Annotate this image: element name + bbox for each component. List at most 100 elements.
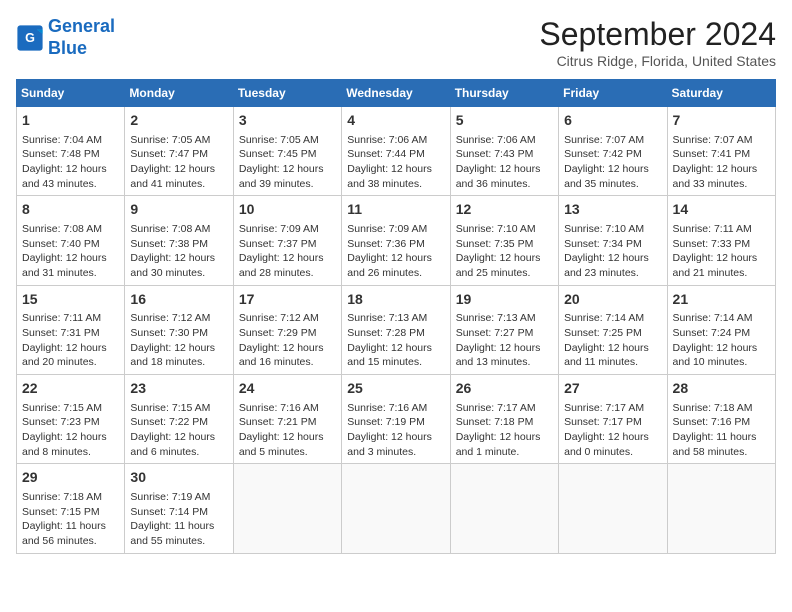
day-cell: 28Sunrise: 7:18 AM Sunset: 7:16 PM Dayli…: [667, 375, 775, 464]
day-cell: 17Sunrise: 7:12 AM Sunset: 7:29 PM Dayli…: [233, 285, 341, 374]
day-number: 19: [456, 290, 553, 310]
day-number: 18: [347, 290, 444, 310]
day-cell: 16Sunrise: 7:12 AM Sunset: 7:30 PM Dayli…: [125, 285, 233, 374]
day-number: 11: [347, 200, 444, 220]
day-info: Sunrise: 7:19 AM Sunset: 7:14 PM Dayligh…: [130, 490, 227, 549]
day-number: 4: [347, 111, 444, 131]
subtitle: Citrus Ridge, Florida, United States: [539, 53, 776, 69]
day-cell: 12Sunrise: 7:10 AM Sunset: 7:35 PM Dayli…: [450, 196, 558, 285]
day-info: Sunrise: 7:07 AM Sunset: 7:41 PM Dayligh…: [673, 133, 770, 192]
day-number: 23: [130, 379, 227, 399]
week-row-1: 8Sunrise: 7:08 AM Sunset: 7:40 PM Daylig…: [17, 196, 776, 285]
day-number: 14: [673, 200, 770, 220]
day-cell: 13Sunrise: 7:10 AM Sunset: 7:34 PM Dayli…: [559, 196, 667, 285]
day-cell: 20Sunrise: 7:14 AM Sunset: 7:25 PM Dayli…: [559, 285, 667, 374]
page-header: G General Blue September 2024 Citrus Rid…: [16, 16, 776, 69]
header-row: SundayMondayTuesdayWednesdayThursdayFrid…: [17, 80, 776, 107]
day-info: Sunrise: 7:11 AM Sunset: 7:31 PM Dayligh…: [22, 311, 119, 370]
day-cell: 29Sunrise: 7:18 AM Sunset: 7:15 PM Dayli…: [17, 464, 125, 553]
col-header-wednesday: Wednesday: [342, 80, 450, 107]
day-cell: 9Sunrise: 7:08 AM Sunset: 7:38 PM Daylig…: [125, 196, 233, 285]
day-cell: [233, 464, 341, 553]
day-info: Sunrise: 7:09 AM Sunset: 7:37 PM Dayligh…: [239, 222, 336, 281]
day-info: Sunrise: 7:11 AM Sunset: 7:33 PM Dayligh…: [673, 222, 770, 281]
day-cell: 27Sunrise: 7:17 AM Sunset: 7:17 PM Dayli…: [559, 375, 667, 464]
day-cell: [559, 464, 667, 553]
day-cell: 26Sunrise: 7:17 AM Sunset: 7:18 PM Dayli…: [450, 375, 558, 464]
day-number: 25: [347, 379, 444, 399]
day-number: 6: [564, 111, 661, 131]
col-header-sunday: Sunday: [17, 80, 125, 107]
title-block: September 2024 Citrus Ridge, Florida, Un…: [539, 16, 776, 69]
day-info: Sunrise: 7:04 AM Sunset: 7:48 PM Dayligh…: [22, 133, 119, 192]
day-info: Sunrise: 7:18 AM Sunset: 7:15 PM Dayligh…: [22, 490, 119, 549]
day-info: Sunrise: 7:06 AM Sunset: 7:44 PM Dayligh…: [347, 133, 444, 192]
day-info: Sunrise: 7:10 AM Sunset: 7:34 PM Dayligh…: [564, 222, 661, 281]
day-cell: 1Sunrise: 7:04 AM Sunset: 7:48 PM Daylig…: [17, 107, 125, 196]
day-number: 24: [239, 379, 336, 399]
day-cell: [667, 464, 775, 553]
week-row-0: 1Sunrise: 7:04 AM Sunset: 7:48 PM Daylig…: [17, 107, 776, 196]
day-number: 1: [22, 111, 119, 131]
day-info: Sunrise: 7:05 AM Sunset: 7:45 PM Dayligh…: [239, 133, 336, 192]
day-cell: 11Sunrise: 7:09 AM Sunset: 7:36 PM Dayli…: [342, 196, 450, 285]
day-number: 8: [22, 200, 119, 220]
day-info: Sunrise: 7:08 AM Sunset: 7:40 PM Dayligh…: [22, 222, 119, 281]
day-info: Sunrise: 7:15 AM Sunset: 7:22 PM Dayligh…: [130, 401, 227, 460]
day-info: Sunrise: 7:16 AM Sunset: 7:21 PM Dayligh…: [239, 401, 336, 460]
day-number: 27: [564, 379, 661, 399]
day-info: Sunrise: 7:12 AM Sunset: 7:29 PM Dayligh…: [239, 311, 336, 370]
col-header-tuesday: Tuesday: [233, 80, 341, 107]
day-info: Sunrise: 7:05 AM Sunset: 7:47 PM Dayligh…: [130, 133, 227, 192]
day-number: 9: [130, 200, 227, 220]
day-number: 21: [673, 290, 770, 310]
day-info: Sunrise: 7:17 AM Sunset: 7:17 PM Dayligh…: [564, 401, 661, 460]
day-cell: 8Sunrise: 7:08 AM Sunset: 7:40 PM Daylig…: [17, 196, 125, 285]
day-cell: 4Sunrise: 7:06 AM Sunset: 7:44 PM Daylig…: [342, 107, 450, 196]
svg-text:G: G: [25, 31, 35, 45]
day-cell: 18Sunrise: 7:13 AM Sunset: 7:28 PM Dayli…: [342, 285, 450, 374]
day-info: Sunrise: 7:15 AM Sunset: 7:23 PM Dayligh…: [22, 401, 119, 460]
week-row-3: 22Sunrise: 7:15 AM Sunset: 7:23 PM Dayli…: [17, 375, 776, 464]
day-number: 29: [22, 468, 119, 488]
day-number: 30: [130, 468, 227, 488]
month-title: September 2024: [539, 16, 776, 53]
day-info: Sunrise: 7:07 AM Sunset: 7:42 PM Dayligh…: [564, 133, 661, 192]
logo-icon: G: [16, 24, 44, 52]
day-cell: 15Sunrise: 7:11 AM Sunset: 7:31 PM Dayli…: [17, 285, 125, 374]
day-cell: [450, 464, 558, 553]
calendar-table: SundayMondayTuesdayWednesdayThursdayFrid…: [16, 79, 776, 554]
logo-text-line2: Blue: [48, 38, 115, 60]
day-number: 17: [239, 290, 336, 310]
day-cell: 2Sunrise: 7:05 AM Sunset: 7:47 PM Daylig…: [125, 107, 233, 196]
day-number: 26: [456, 379, 553, 399]
day-cell: 23Sunrise: 7:15 AM Sunset: 7:22 PM Dayli…: [125, 375, 233, 464]
col-header-monday: Monday: [125, 80, 233, 107]
day-cell: 5Sunrise: 7:06 AM Sunset: 7:43 PM Daylig…: [450, 107, 558, 196]
logo: G General Blue: [16, 16, 115, 59]
day-number: 13: [564, 200, 661, 220]
day-cell: 21Sunrise: 7:14 AM Sunset: 7:24 PM Dayli…: [667, 285, 775, 374]
day-cell: 3Sunrise: 7:05 AM Sunset: 7:45 PM Daylig…: [233, 107, 341, 196]
day-info: Sunrise: 7:17 AM Sunset: 7:18 PM Dayligh…: [456, 401, 553, 460]
day-number: 12: [456, 200, 553, 220]
day-info: Sunrise: 7:13 AM Sunset: 7:28 PM Dayligh…: [347, 311, 444, 370]
day-number: 22: [22, 379, 119, 399]
day-info: Sunrise: 7:08 AM Sunset: 7:38 PM Dayligh…: [130, 222, 227, 281]
day-number: 10: [239, 200, 336, 220]
day-number: 16: [130, 290, 227, 310]
col-header-friday: Friday: [559, 80, 667, 107]
week-row-2: 15Sunrise: 7:11 AM Sunset: 7:31 PM Dayli…: [17, 285, 776, 374]
day-info: Sunrise: 7:10 AM Sunset: 7:35 PM Dayligh…: [456, 222, 553, 281]
day-number: 28: [673, 379, 770, 399]
col-header-saturday: Saturday: [667, 80, 775, 107]
day-cell: 14Sunrise: 7:11 AM Sunset: 7:33 PM Dayli…: [667, 196, 775, 285]
day-number: 2: [130, 111, 227, 131]
week-row-4: 29Sunrise: 7:18 AM Sunset: 7:15 PM Dayli…: [17, 464, 776, 553]
logo-text-line1: General: [48, 16, 115, 38]
day-cell: 19Sunrise: 7:13 AM Sunset: 7:27 PM Dayli…: [450, 285, 558, 374]
day-info: Sunrise: 7:12 AM Sunset: 7:30 PM Dayligh…: [130, 311, 227, 370]
day-info: Sunrise: 7:14 AM Sunset: 7:24 PM Dayligh…: [673, 311, 770, 370]
day-info: Sunrise: 7:16 AM Sunset: 7:19 PM Dayligh…: [347, 401, 444, 460]
day-cell: 22Sunrise: 7:15 AM Sunset: 7:23 PM Dayli…: [17, 375, 125, 464]
